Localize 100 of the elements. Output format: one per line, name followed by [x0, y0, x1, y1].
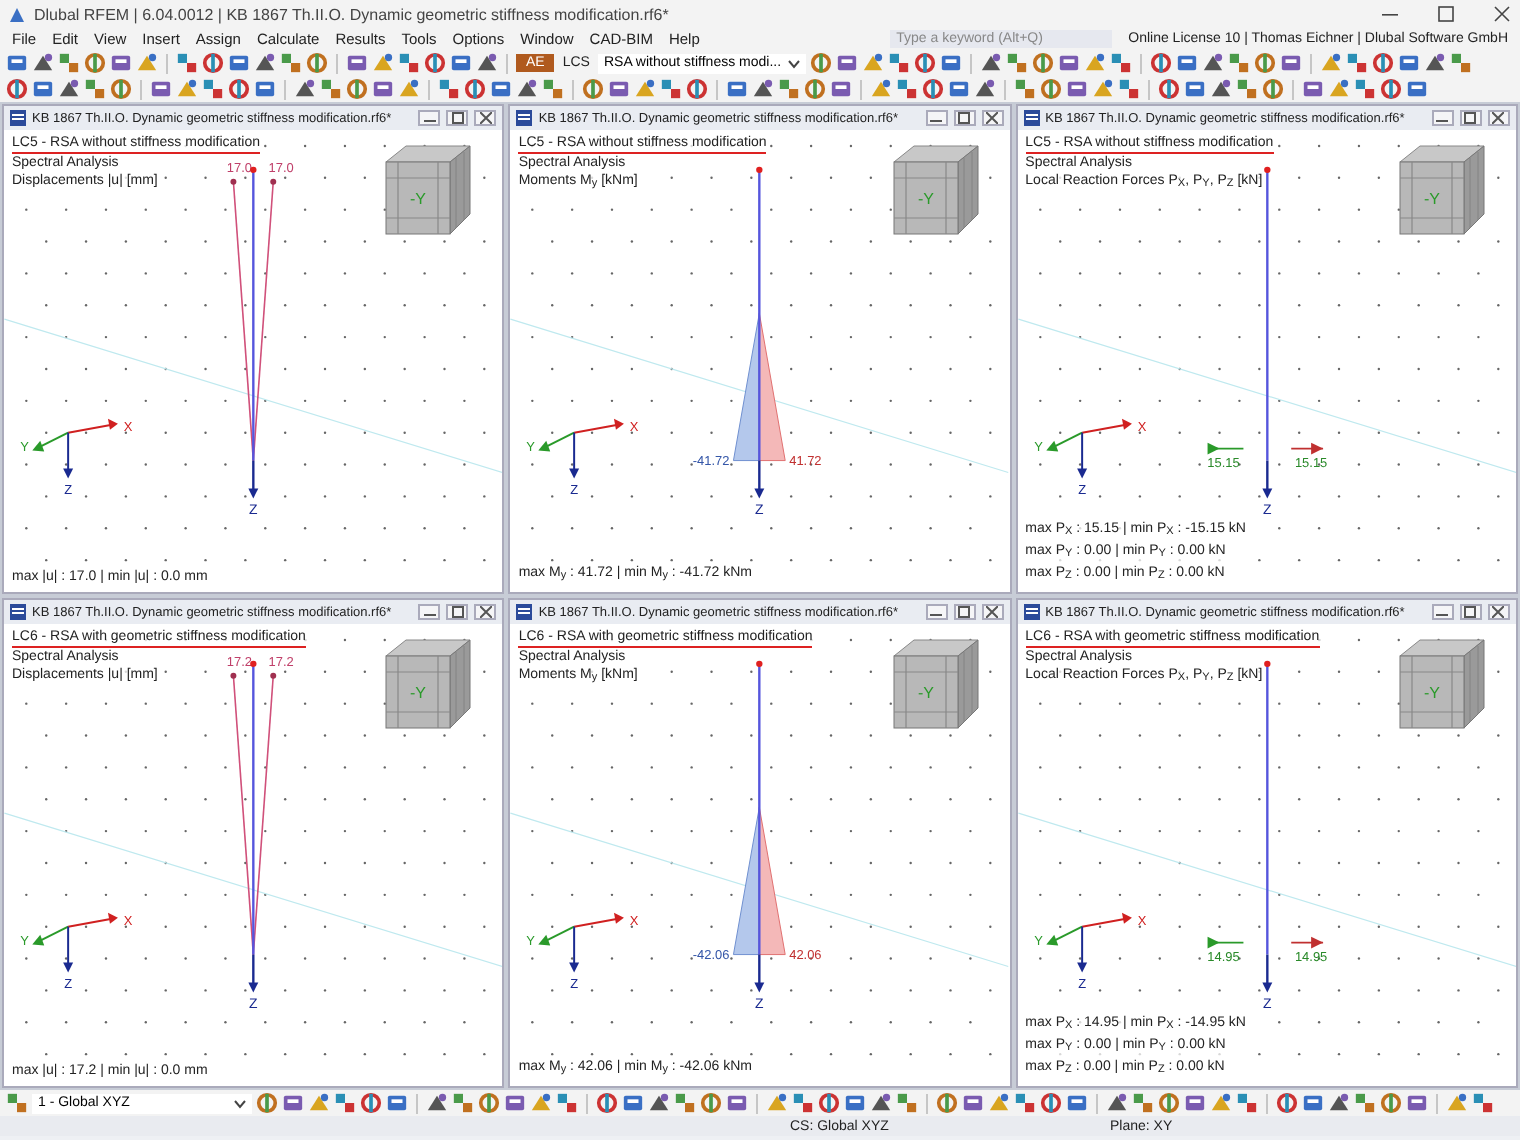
toolbar-icon[interactable] — [962, 1092, 984, 1114]
toolbar-icon[interactable] — [372, 78, 394, 100]
toolbar-icon[interactable] — [1210, 1092, 1232, 1114]
toolbar-icon[interactable] — [1302, 78, 1324, 100]
toolbar-icon[interactable] — [504, 1092, 526, 1114]
toolbar-icon[interactable] — [1319, 52, 1342, 74]
toolbar-icon[interactable] — [896, 78, 918, 100]
toolbar-icon[interactable] — [1449, 52, 1472, 74]
toolbar-icon[interactable] — [582, 78, 604, 100]
toolbar-icon[interactable] — [202, 52, 224, 74]
toolbar-icon[interactable] — [660, 78, 682, 100]
minimize-button[interactable] — [925, 110, 948, 126]
toolbar-icon[interactable] — [228, 52, 250, 74]
minimize-button[interactable] — [925, 604, 948, 620]
toolbar-icon[interactable] — [1066, 78, 1088, 100]
toolbar-icon[interactable] — [1175, 52, 1198, 74]
toolbar-icon[interactable] — [254, 52, 276, 74]
toolbar-icon[interactable] — [766, 1092, 788, 1114]
toolbar-icon[interactable] — [1227, 52, 1250, 74]
toolbar-icon[interactable] — [896, 1092, 918, 1114]
toolbar-icon[interactable] — [254, 78, 276, 100]
toolbar-icon[interactable] — [1328, 78, 1350, 100]
toolbar-icon[interactable] — [1118, 78, 1140, 100]
toolbar-icon[interactable] — [648, 1092, 670, 1114]
toolbar-icon[interactable] — [6, 78, 28, 100]
maximize-button[interactable] — [953, 604, 976, 620]
toolbar-icon[interactable] — [1158, 1092, 1180, 1114]
toolbar-icon[interactable] — [1210, 78, 1232, 100]
toolbar-icon[interactable] — [334, 1092, 356, 1114]
close-button[interactable] — [474, 110, 497, 126]
toolbar-icon[interactable] — [294, 78, 316, 100]
minimize-button[interactable] — [1431, 604, 1454, 620]
toolbar-icon[interactable] — [948, 78, 970, 100]
toolbar-icon[interactable] — [280, 52, 302, 74]
toolbar-icon[interactable] — [1236, 78, 1258, 100]
close-button[interactable] — [981, 110, 1004, 126]
toolbar-icon[interactable] — [6, 52, 28, 74]
toolbar-icon[interactable] — [1201, 52, 1224, 74]
toolbar-icon[interactable] — [438, 78, 460, 100]
toolbar-icon[interactable] — [398, 52, 420, 74]
toolbar-icon[interactable] — [464, 78, 486, 100]
toolbar-icon[interactable] — [634, 78, 656, 100]
toolbar-icon[interactable] — [726, 1092, 748, 1114]
toolbar-icon[interactable] — [136, 52, 158, 74]
toolbar-icon[interactable] — [1083, 52, 1106, 74]
toolbar-icon[interactable] — [1132, 1092, 1154, 1114]
toolbar-icon[interactable] — [1302, 1092, 1324, 1114]
toolbar-icon[interactable] — [58, 78, 80, 100]
minimize-button[interactable] — [418, 110, 441, 126]
toolbar-icon[interactable] — [974, 78, 996, 100]
close-button[interactable] — [1487, 604, 1510, 620]
toolbar-icon[interactable] — [988, 1092, 1010, 1114]
toolbar-icon[interactable] — [32, 52, 54, 74]
toolbar-icon[interactable] — [1149, 52, 1172, 74]
toolbar-icon[interactable] — [1406, 78, 1428, 100]
toolbar-icon[interactable] — [1005, 52, 1028, 74]
toolbar-icon[interactable] — [1279, 52, 1302, 74]
toolbar-icon[interactable] — [979, 52, 1002, 74]
toolbar-icon[interactable] — [752, 78, 774, 100]
toolbar-icon[interactable] — [686, 78, 708, 100]
toolbar-icon[interactable] — [516, 78, 538, 100]
toolbar-icon[interactable] — [608, 78, 630, 100]
toolbar-icon[interactable] — [1354, 1092, 1376, 1114]
toolbar-icon[interactable] — [1031, 52, 1054, 74]
toolbar-icon[interactable] — [936, 1092, 958, 1114]
toolbar-icon[interactable] — [835, 52, 858, 74]
toolbar-icon[interactable] — [1262, 78, 1284, 100]
toolbar-icon[interactable] — [1380, 78, 1402, 100]
toolbar-icon[interactable] — [346, 52, 368, 74]
toolbar-icon[interactable] — [870, 1092, 892, 1114]
toolbar-icon[interactable] — [778, 78, 800, 100]
toolbar-icon[interactable] — [6, 1092, 28, 1114]
toolbar-icon[interactable] — [922, 78, 944, 100]
maximize-button[interactable] — [953, 110, 976, 126]
toolbar-icon[interactable] — [1066, 1092, 1088, 1114]
toolbar-icon[interactable] — [530, 1092, 552, 1114]
toolbar-icon[interactable] — [1158, 78, 1180, 100]
toolbar-icon[interactable] — [1057, 52, 1080, 74]
toolbar-icon[interactable] — [830, 78, 852, 100]
toolbar-icon[interactable] — [256, 1092, 278, 1114]
toolbar-icon[interactable] — [792, 1092, 814, 1114]
toolbar-icon[interactable] — [476, 52, 498, 74]
toolbar-icon[interactable] — [1446, 1092, 1468, 1114]
toolbar-icon[interactable] — [58, 52, 80, 74]
toolbar-icon[interactable] — [306, 52, 328, 74]
toolbar-icon[interactable] — [622, 1092, 644, 1114]
maximize-button[interactable] — [1459, 110, 1482, 126]
toolbar-icon[interactable] — [809, 52, 832, 74]
toolbar-icon[interactable] — [426, 1092, 448, 1114]
toolbar-icon[interactable] — [398, 78, 420, 100]
toolbar-icon[interactable] — [478, 1092, 500, 1114]
toolbar-icon[interactable] — [1253, 52, 1276, 74]
toolbar-icon[interactable] — [542, 78, 564, 100]
toolbar-icon[interactable] — [176, 52, 198, 74]
toolbar-icon[interactable] — [1406, 1092, 1428, 1114]
toolbar-icon[interactable] — [870, 78, 892, 100]
toolbar-icon[interactable] — [110, 52, 132, 74]
toolbar-icon[interactable] — [424, 52, 446, 74]
toolbar-icon[interactable] — [1354, 78, 1376, 100]
toolbar-icon[interactable] — [360, 1092, 382, 1114]
